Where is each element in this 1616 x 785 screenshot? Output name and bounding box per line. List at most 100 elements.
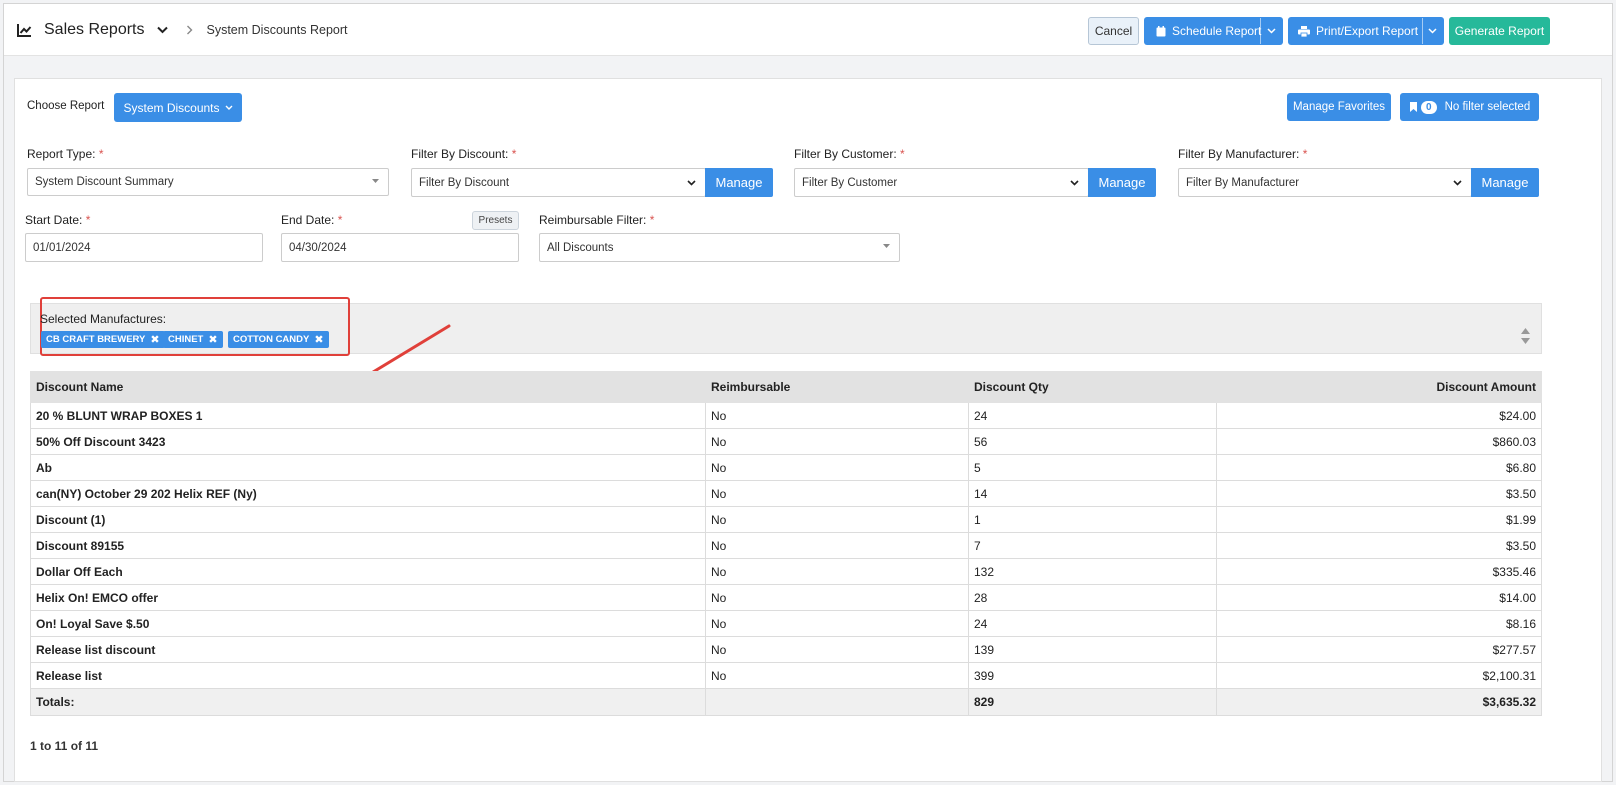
- start-date-input[interactable]: 01/01/2024: [25, 233, 263, 262]
- table-row[interactable]: Helix On! EMCO offer No 28 $14.00: [30, 584, 1542, 611]
- table-row[interactable]: Ab No 5 $6.80: [30, 454, 1542, 481]
- print-export-button[interactable]: Print/Export Report: [1288, 17, 1444, 45]
- end-date-value: 04/30/2024: [289, 241, 347, 254]
- scroll-arrows-icon[interactable]: [1520, 325, 1531, 347]
- table-row[interactable]: Discount 89155 No 7 $3.50: [30, 532, 1542, 559]
- presets-button[interactable]: Presets: [472, 211, 519, 230]
- manage-customer-button[interactable]: Manage: [1088, 168, 1156, 197]
- cell-discount-amount: $335.46: [1216, 558, 1542, 585]
- manufacturer-chip[interactable]: CB CRAFT BREWERY ✖: [41, 331, 165, 348]
- customer-filter-value: Filter By Customer: [802, 176, 898, 189]
- filter-count-badge: 0: [1421, 100, 1437, 114]
- close-icon[interactable]: ✖: [314, 333, 323, 346]
- manage-favorites-button[interactable]: Manage Favorites: [1287, 93, 1391, 121]
- totals-label: Totals:: [30, 688, 706, 716]
- report-type-value: System Discount Summary: [35, 176, 174, 188]
- discount-filter-select[interactable]: Filter By Discount: [411, 168, 706, 197]
- manufacturer-filter-value: Filter By Manufacturer: [1186, 176, 1300, 189]
- app-title[interactable]: Sales Reports: [44, 21, 145, 39]
- table-row[interactable]: can(NY) October 29 202 Helix REF (Ny) No 1…: [30, 480, 1542, 507]
- chip-label: COTTON CANDY: [233, 334, 310, 345]
- top-bar: Sales Reports System Discounts Report Ca…: [4, 4, 1612, 56]
- choose-report-label: Choose Report: [27, 100, 105, 112]
- discount-table: Discount Name Reimbursable Discount Qty …: [30, 371, 1542, 716]
- reimbursable-filter-label: Reimbursable Filter: *: [539, 213, 655, 227]
- chevron-down-icon[interactable]: [1428, 28, 1437, 34]
- print-export-label: Print/Export Report: [1316, 24, 1419, 38]
- discount-filter-value: Filter By Discount: [419, 176, 510, 189]
- cell-discount-name: 20 % BLUNT WRAP BOXES 1: [30, 402, 706, 429]
- column-header-discount-name[interactable]: Discount Name: [30, 371, 706, 403]
- cell-discount-qty: 24: [968, 610, 1217, 637]
- cell-discount-name: Discount (1): [30, 506, 706, 533]
- column-header-reimbursable[interactable]: Reimbursable: [705, 371, 969, 403]
- report-select-value: System Discounts: [123, 100, 220, 115]
- pagination-info: 1 to 11 of 11: [30, 739, 99, 753]
- end-date-input[interactable]: 04/30/2024: [281, 233, 519, 262]
- cell-discount-qty: 24: [968, 402, 1217, 429]
- caret-down-icon: [372, 179, 379, 183]
- manage-manufacturer-button[interactable]: Manage: [1471, 168, 1539, 197]
- cell-discount-qty: 139: [968, 636, 1217, 663]
- manufacturer-chip[interactable]: COTTON CANDY ✖: [228, 331, 329, 348]
- chip-label: CB CRAFT BREWERY: [46, 334, 146, 345]
- breadcrumb: Sales Reports System Discounts Report: [17, 21, 348, 39]
- cell-discount-name: Dollar Off Each: [30, 558, 706, 585]
- chevron-down-icon[interactable]: [156, 26, 168, 34]
- table-body: 20 % BLUNT WRAP BOXES 1 No 24 $24.00 50% Off…: [30, 402, 1542, 689]
- reimbursable-filter-select[interactable]: All Discounts: [539, 233, 900, 262]
- start-date-label: Start Date: *: [25, 213, 91, 227]
- cell-discount-amount: $3.50: [1216, 480, 1542, 507]
- cell-discount-amount: $2,100.31: [1216, 662, 1542, 689]
- chevron-down-icon[interactable]: [1267, 28, 1276, 34]
- manufacturer-filter-label: Filter By Manufacturer: *: [1178, 147, 1308, 161]
- schedule-report-button[interactable]: Schedule Report: [1144, 17, 1283, 45]
- cell-reimbursable: No: [705, 636, 969, 663]
- table-row[interactable]: 50% Off Discount 3423 No 56 $860.03: [30, 428, 1542, 455]
- breadcrumb-current: System Discounts Report: [206, 23, 348, 37]
- table-row[interactable]: 20 % BLUNT WRAP BOXES 1 No 24 $24.00: [30, 402, 1542, 429]
- report-select-button[interactable]: System Discounts: [114, 93, 242, 122]
- selected-manufactures-panel: Selected Manufactures: CB CRAFT BREWERY ✖…: [30, 297, 1542, 356]
- discount-filter-label: Filter By Discount: *: [411, 147, 517, 161]
- column-header-discount-qty[interactable]: Discount Qty: [968, 371, 1217, 403]
- cell-discount-name: Discount 89155: [30, 532, 706, 559]
- table-row[interactable]: Release list No 399 $2,100.31: [30, 662, 1542, 689]
- cell-discount-qty: 14: [968, 480, 1217, 507]
- close-icon[interactable]: ✖: [208, 333, 217, 346]
- cancel-button[interactable]: Cancel: [1088, 17, 1139, 45]
- cell-discount-qty: 132: [968, 558, 1217, 585]
- customer-filter-select[interactable]: Filter By Customer: [794, 168, 1089, 197]
- table-row[interactable]: Discount (1) No 1 $1.99: [30, 506, 1542, 533]
- chevron-down-icon: [225, 105, 233, 110]
- table-row[interactable]: Release list discount No 139 $277.57: [30, 636, 1542, 663]
- cell-reimbursable: No: [705, 532, 969, 559]
- column-header-discount-amount[interactable]: Discount Amount: [1216, 371, 1542, 403]
- generate-report-button[interactable]: Generate Report: [1449, 17, 1550, 45]
- cell-discount-amount: $24.00: [1216, 402, 1542, 429]
- close-icon[interactable]: ✖: [150, 333, 159, 346]
- table-row[interactable]: Dollar Off Each No 132 $335.46: [30, 558, 1542, 585]
- cell-discount-name: Release list discount: [30, 636, 706, 663]
- chart-line-icon: [17, 23, 32, 37]
- cell-discount-name: can(NY) October 29 202 Helix REF (Ny): [30, 480, 706, 507]
- manage-discount-button[interactable]: Manage: [705, 168, 773, 197]
- report-type-select[interactable]: System Discount Summary: [27, 168, 389, 196]
- chevron-down-icon: [1070, 180, 1079, 186]
- cell-reimbursable: No: [705, 402, 969, 429]
- caret-down-icon: [883, 244, 890, 248]
- cell-discount-qty: 5: [968, 454, 1217, 481]
- start-date-value: 01/01/2024: [33, 241, 91, 254]
- manufacturer-filter-select[interactable]: Filter By Manufacturer: [1178, 168, 1472, 197]
- cell-discount-qty: 28: [968, 584, 1217, 611]
- cell-discount-amount: $277.57: [1216, 636, 1542, 663]
- cell-reimbursable: No: [705, 480, 969, 507]
- table-row[interactable]: On! Loyal Save $.50 No 24 $8.16: [30, 610, 1542, 637]
- calendar-icon: [1156, 25, 1166, 36]
- filter-status-button[interactable]: 0 No filter selected: [1400, 93, 1539, 121]
- schedule-report-label: Schedule Report: [1172, 24, 1262, 38]
- chevron-down-icon: [687, 180, 696, 186]
- cell-discount-name: On! Loyal Save $.50: [30, 610, 706, 637]
- filter-status-label: No filter selected: [1444, 101, 1531, 113]
- manufacturer-chip[interactable]: CHINET ✖: [163, 331, 223, 348]
